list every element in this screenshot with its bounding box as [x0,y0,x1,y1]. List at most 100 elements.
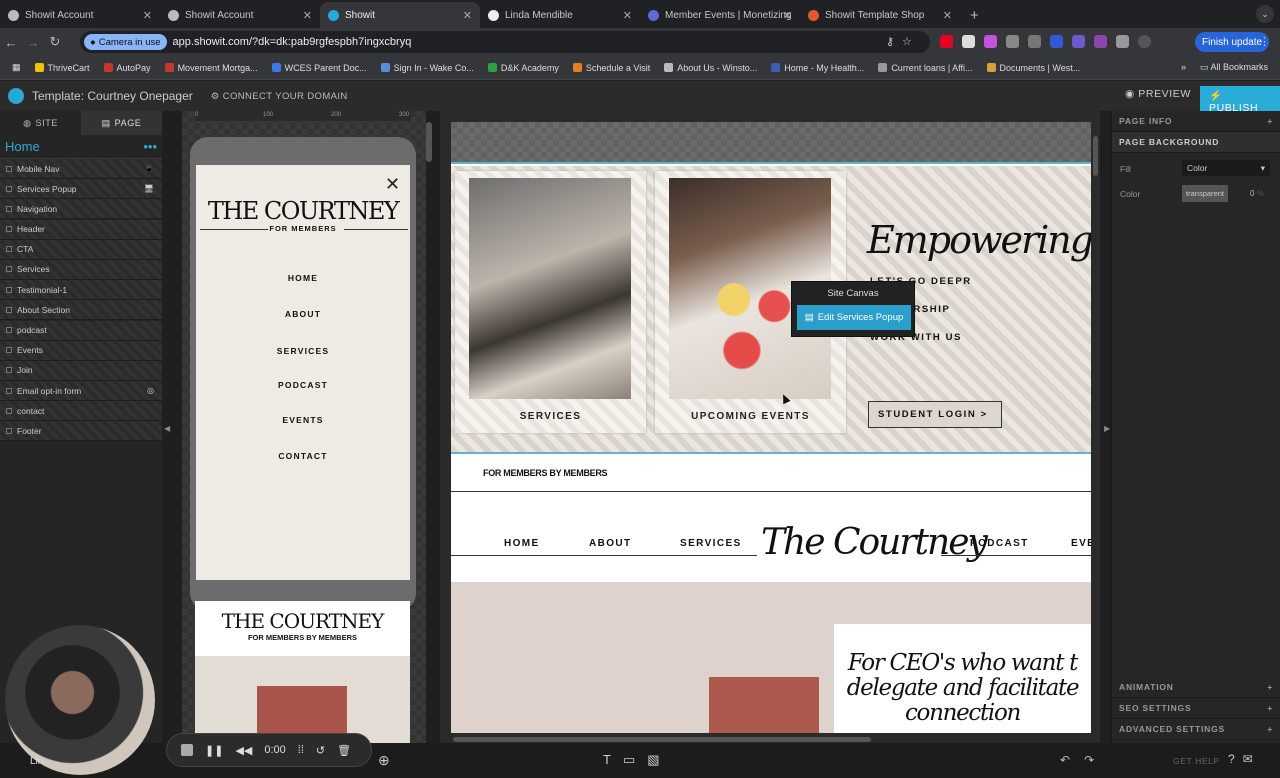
vertical-scrollbar[interactable] [1093,136,1098,176]
bookmark-item[interactable]: D&K Academy [487,63,559,73]
desktop-canvas[interactable]: SERVICES UPCOMING EVENTS Empowering Co L… [451,122,1091,733]
tab-site[interactable]: ◍ SITE [0,111,81,135]
layer-item[interactable]: podcast [0,320,162,341]
trash-icon[interactable]: 🗑 [337,744,351,757]
layer-handle-icon[interactable] [6,327,12,333]
stop-icon[interactable] [181,744,193,756]
puzzle-extensions-icon[interactable] [1116,35,1129,48]
layer-handle-icon[interactable] [6,306,12,313]
close-tab-icon[interactable]: ✕ [623,9,632,22]
layer-item[interactable]: Header [0,219,162,240]
browser-menu-icon[interactable]: ⋮ [1259,35,1270,48]
services-card[interactable]: SERVICES [455,171,646,433]
preview-button[interactable]: ◉ PREVIEW [1125,88,1191,100]
mobile-nav-item[interactable]: SERVICES [196,346,410,356]
layer-item[interactable]: Events [0,340,162,361]
profile-avatar-icon[interactable] [1138,35,1151,48]
bookmark-item[interactable]: Home - My Health... [771,63,864,73]
nav-home[interactable]: HOME [504,538,540,549]
mobile-nav-item[interactable]: HOME [196,273,410,283]
redo-icon[interactable]: ↷ [1084,753,1108,767]
close-tab-icon[interactable]: ✕ [143,9,152,22]
for-members-tagline[interactable]: FOR MEMBERS BY MEMBERS [483,468,608,478]
add-box-icon[interactable]: ▭ [623,752,635,768]
extension-icon[interactable] [1050,35,1063,48]
layer-item[interactable]: CTA [0,239,162,260]
restart-icon[interactable]: ↺ [316,744,325,757]
page-info-section[interactable]: PAGE INFO + [1112,111,1280,132]
ceo-text-box[interactable]: For CEO's who want t delegate and facili… [834,624,1091,733]
rewind-icon[interactable]: ◀◀ [235,744,252,757]
tab-search-chevron-icon[interactable]: ⌄ [1256,5,1274,23]
bookmark-item[interactable]: Documents | West... [986,63,1080,73]
layer-handle-icon[interactable] [6,367,12,374]
bookmark-item[interactable]: Sign In - Wake Co... [380,63,474,73]
layer-handle-icon[interactable] [6,347,12,354]
browser-tab[interactable]: Showit Account ✕ [0,2,160,28]
layer-item[interactable]: Navigation [0,199,162,220]
layer-item[interactable]: Email opt-in form ◎ [0,381,162,402]
hero-headline[interactable]: Empowering Co [867,218,1091,262]
bookmark-item[interactable]: AutoPay [103,63,151,73]
layer-handle-icon[interactable] [6,286,12,293]
back-arrow-icon[interactable]: ← [0,35,22,50]
mobile-nav-item[interactable]: CONTACT [196,451,410,461]
close-tab-icon[interactable]: ✕ [463,9,472,22]
advanced-settings-section[interactable]: ADVANCED SETTINGS + [1112,719,1280,740]
pinterest-extension-icon[interactable] [940,35,953,48]
animation-section[interactable]: ANIMATION + [1112,677,1280,698]
close-tab-icon[interactable]: ✕ [783,9,792,22]
layer-handle-icon[interactable] [6,246,12,253]
horizontal-scrollbar[interactable] [453,737,871,742]
reload-icon[interactable]: ↻ [44,34,66,50]
layer-item[interactable]: Join [0,360,162,381]
mobile-nav-item[interactable]: ABOUT [196,309,410,319]
edit-services-popup-button[interactable]: ▤ Edit Services Popup [797,305,911,330]
fill-select[interactable]: Color ▾ [1182,160,1270,176]
plus-icon[interactable]: + [1267,682,1273,692]
mobile-logo-sub[interactable]: FOR MEMBERS [196,224,410,233]
browser-tab[interactable]: Showit Account ✕ [160,2,320,28]
extension-icon[interactable] [1006,35,1019,48]
layer-handle-icon[interactable] [6,407,12,414]
grid-icon[interactable]: ⁞⁞ [298,744,304,756]
layer-item[interactable]: Mobile Nav 📱 [0,159,162,179]
nav-logo[interactable]: The Courtney [761,522,988,563]
layer-handle-icon[interactable] [6,427,12,434]
plus-icon[interactable]: + [1267,116,1273,126]
browser-tab[interactable]: Showit ✕ [320,2,480,28]
chat-icon[interactable]: ✉ [1243,752,1261,766]
page-selector[interactable]: Home ••• [0,135,162,159]
nav-about[interactable]: ABOUT [589,538,632,549]
mobile-page-preview[interactable]: THE COURTNEY FOR MEMBERS BY MEMBERS [195,601,410,743]
forward-arrow-icon[interactable]: → [22,35,44,50]
layer-item[interactable]: About Section [0,300,162,321]
layer-handle-icon[interactable] [6,205,12,212]
student-login-button[interactable]: STUDENT LOGIN > [868,401,1002,428]
showit-logo-icon[interactable] [8,88,24,104]
bookmark-item[interactable]: WCES Parent Doc... [271,63,367,73]
nav-services[interactable]: SERVICES [680,538,742,549]
connect-domain-button[interactable]: ⚙ CONNECT YOUR DOMAIN [211,91,348,102]
collapse-left-icon[interactable]: ◀ [164,424,170,433]
color-swatch[interactable]: transparent [1182,185,1228,202]
url-text[interactable]: app.showit.com/?dk=dk:pab9rgfespbh7ingxc… [173,36,412,48]
new-tab-icon[interactable]: + [960,7,989,28]
add-text-icon[interactable]: T [603,752,611,768]
close-tab-icon[interactable]: ✕ [303,9,312,22]
layer-item[interactable]: contact [0,401,162,422]
get-help-link[interactable]: GET HELP [1173,756,1220,766]
extension-icon[interactable] [1072,35,1085,48]
mobile-scrollbar[interactable] [426,122,432,162]
layer-handle-icon[interactable] [6,165,12,172]
layer-item[interactable]: Services Popup 🖥 [0,179,162,200]
extension-icon[interactable] [962,35,975,48]
nav-events[interactable]: EVE [1071,538,1091,549]
browser-tab[interactable]: Linda Mendible ✕ [480,2,640,28]
services-popup-section[interactable]: SERVICES UPCOMING EVENTS Empowering Co L… [451,166,1091,452]
template-title[interactable]: Template: Courtney Onepager [32,89,193,103]
zoom-icon[interactable]: ⊕ [378,752,390,769]
bookmark-item[interactable]: About Us - Winsto... [664,63,757,73]
opacity-input[interactable]: 0 % [1250,189,1264,198]
mobile-nav-item[interactable]: EVENTS [196,415,410,425]
